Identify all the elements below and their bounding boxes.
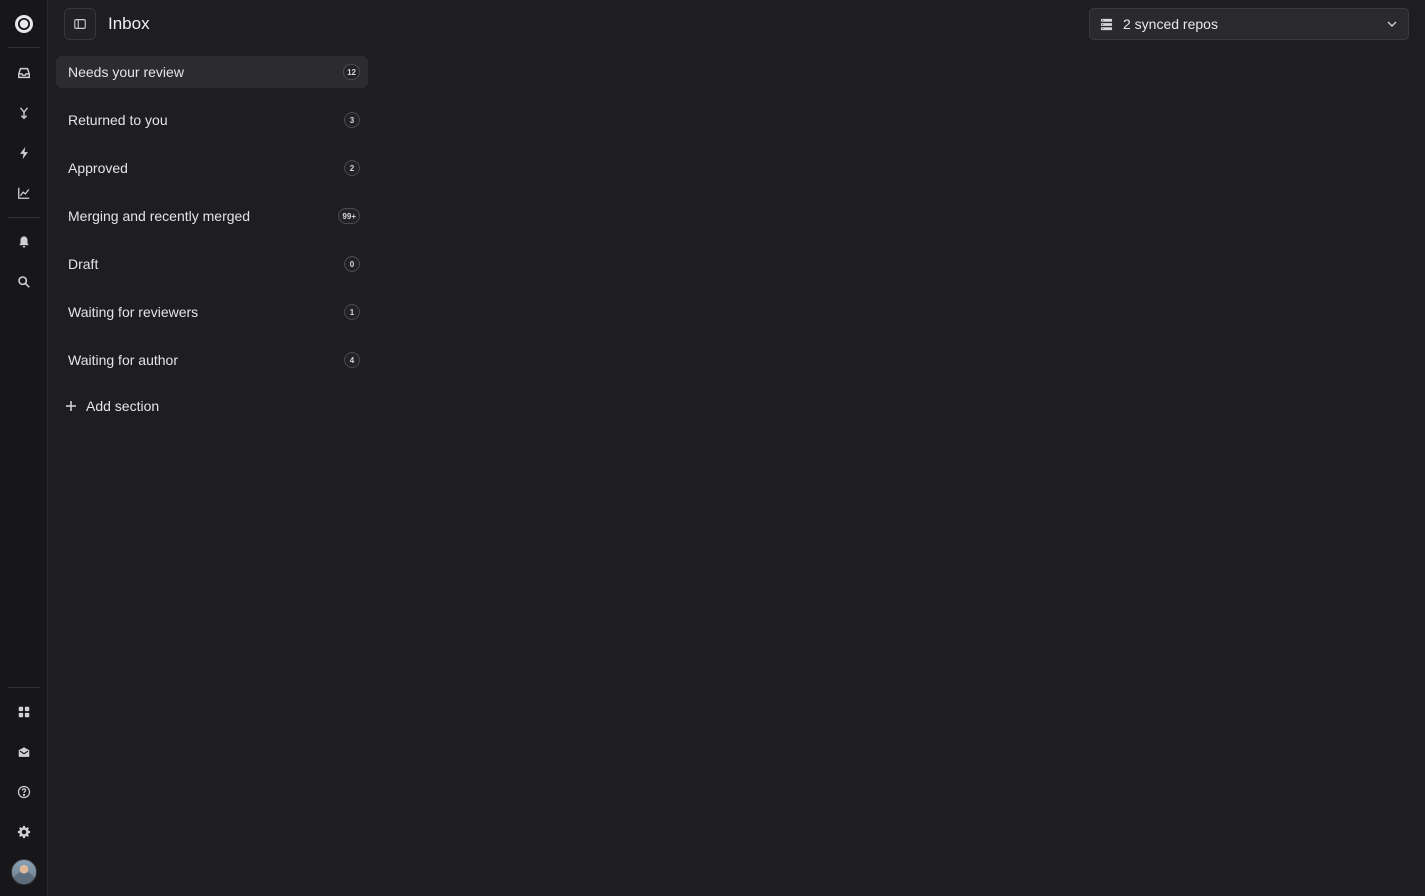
avatar[interactable] bbox=[11, 859, 37, 885]
page-title: Inbox bbox=[108, 14, 150, 33]
merge-icon[interactable] bbox=[8, 97, 40, 129]
section-label: Draft bbox=[68, 256, 99, 272]
mail-icon[interactable] bbox=[8, 736, 40, 768]
section-label: Needs your review bbox=[68, 64, 184, 80]
chevron-down-icon bbox=[1387, 21, 1397, 27]
section-label: Approved bbox=[68, 160, 128, 176]
count-badge: 0 bbox=[344, 256, 360, 272]
count-badge: 12 bbox=[343, 64, 360, 80]
section-label: Waiting for reviewers bbox=[68, 304, 199, 320]
count-badge: 1 bbox=[344, 304, 360, 320]
rail-divider bbox=[8, 217, 40, 218]
section-list: Needs your review 12 Returned to you 3 A… bbox=[56, 56, 368, 392]
section-draft[interactable]: Draft 0 bbox=[56, 248, 368, 280]
section-label: Merging and recently merged bbox=[68, 208, 251, 224]
left-rail bbox=[0, 0, 48, 896]
section-waiting-for-reviewers[interactable]: Waiting for reviewers 1 bbox=[56, 296, 368, 328]
section-approved[interactable]: Approved 2 bbox=[56, 152, 368, 184]
database-icon bbox=[1100, 18, 1113, 30]
chart-icon[interactable] bbox=[8, 177, 40, 209]
repo-selector[interactable]: 2 synced repos bbox=[1089, 8, 1409, 40]
section-merging[interactable]: Merging and recently merged 99+ bbox=[56, 200, 368, 232]
count-badge: 99+ bbox=[338, 208, 360, 224]
section-label: Waiting for author bbox=[68, 352, 178, 368]
grid-icon[interactable] bbox=[8, 696, 40, 728]
sidebar-toggle-button[interactable] bbox=[64, 8, 96, 40]
settings-icon[interactable] bbox=[8, 816, 40, 848]
help-icon[interactable] bbox=[8, 776, 40, 808]
logo-icon[interactable] bbox=[8, 8, 40, 40]
add-section-label: Add section bbox=[86, 398, 160, 414]
count-badge: 4 bbox=[344, 352, 360, 368]
section-waiting-for-author[interactable]: Waiting for author 4 bbox=[56, 344, 368, 376]
repo-selector-label: 2 synced repos bbox=[1123, 16, 1218, 32]
rail-divider bbox=[8, 47, 40, 48]
sidebar-toggle-icon bbox=[74, 19, 86, 29]
section-label: Returned to you bbox=[68, 112, 168, 128]
inbox-icon[interactable] bbox=[8, 57, 40, 89]
section-needs-your-review[interactable]: Needs your review 12 bbox=[56, 56, 368, 88]
section-returned-to-you[interactable]: Returned to you 3 bbox=[56, 104, 368, 136]
add-section-button[interactable]: Add section bbox=[64, 394, 159, 418]
bell-icon[interactable] bbox=[8, 226, 40, 258]
bolt-icon[interactable] bbox=[8, 137, 40, 169]
rail-divider bbox=[8, 687, 40, 688]
plus-icon bbox=[66, 401, 76, 411]
count-badge: 2 bbox=[344, 160, 360, 176]
search-icon[interactable] bbox=[8, 266, 40, 298]
count-badge: 3 bbox=[344, 112, 360, 128]
